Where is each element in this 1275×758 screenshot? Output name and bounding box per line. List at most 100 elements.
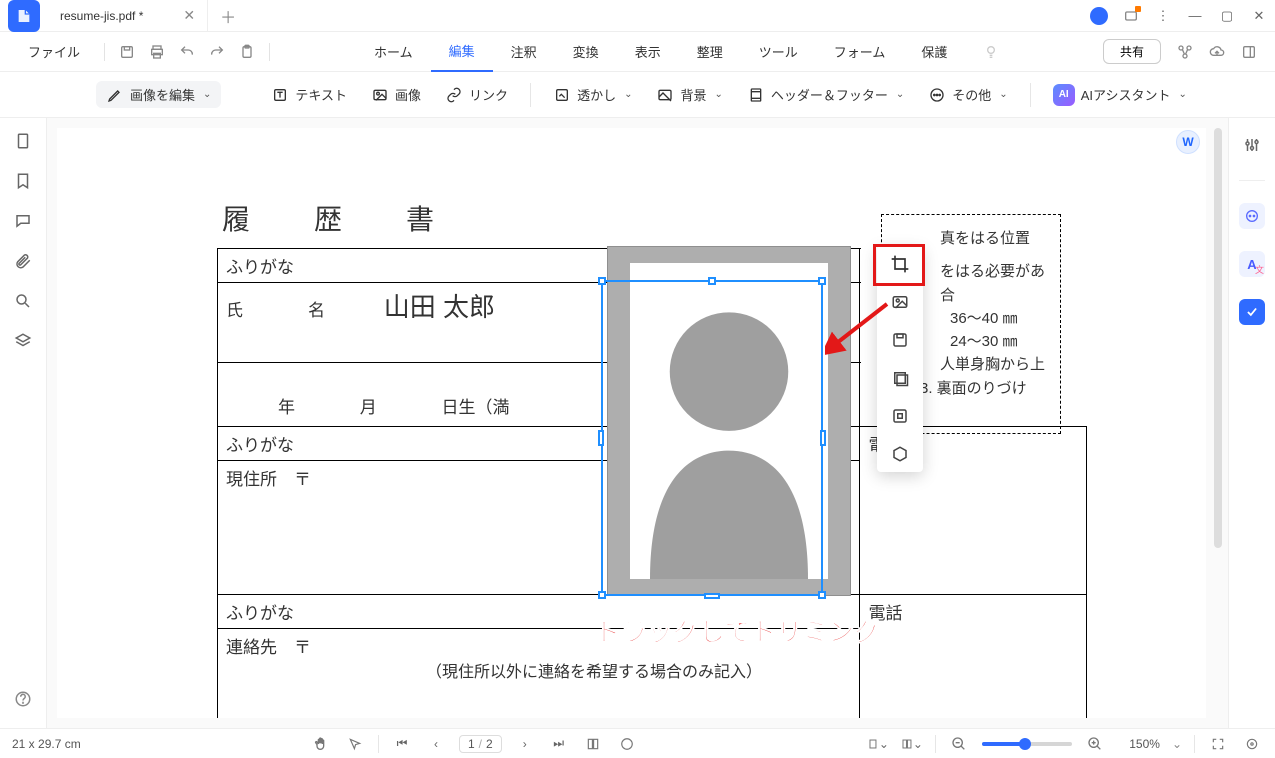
maximize-button[interactable]: ▢ [1211,0,1243,32]
resize-handle-ml[interactable] [598,430,604,446]
more-button[interactable]: ⋮ [1147,0,1179,32]
crop-button[interactable] [888,252,912,276]
menu-convert[interactable]: 変換 [555,32,617,72]
background-dropdown[interactable]: 背景⌄ [650,81,728,108]
name-value: 山田 太郎 [384,292,495,322]
notification-button[interactable] [1115,0,1147,32]
last-page-icon[interactable]: ⏭ [548,733,570,755]
resize-handle-tr[interactable] [818,277,826,285]
menubar: ファイル ホーム 編集 注釈 変換 表示 整理 ツール フォーム 保護 共有 [0,32,1275,72]
ai-icon: AI [1053,84,1075,106]
app-logo[interactable] [8,0,40,32]
select-tool-icon[interactable] [344,733,366,755]
menu-home[interactable]: ホーム [356,32,431,72]
word-export-badge[interactable]: W [1176,130,1200,154]
account-button[interactable] [1083,0,1115,32]
save-icon[interactable] [113,38,141,66]
resize-handle-bl[interactable] [598,591,606,599]
document-tab[interactable]: resume-jis.pdf * ✕ [48,0,208,32]
background-icon [656,86,674,104]
menu-display[interactable]: 表示 [617,32,679,72]
undo-icon[interactable] [173,38,201,66]
header-footer-dropdown[interactable]: ヘッダー＆フッター⌄ [741,81,910,108]
resize-handle-mr[interactable] [820,430,826,446]
search-icon[interactable] [14,292,32,310]
titlebar: resume-jis.pdf * ✕ ＋ ⋮ — ▢ ✕ [0,0,1275,32]
watermark-icon [553,86,571,104]
resize-handle-br[interactable] [818,591,826,599]
redo-icon[interactable] [203,38,231,66]
new-tab-button[interactable]: ＋ [208,4,248,28]
annotation-label: ドラッグしてトリミング [595,612,880,649]
tab-close-icon[interactable]: ✕ [183,7,195,24]
properties-panel-icon[interactable] [1239,132,1265,158]
replace-image-button[interactable] [888,290,912,314]
check-icon[interactable] [1239,299,1265,325]
page-indicator[interactable]: 1/2 [459,735,502,753]
zoom-out-icon[interactable] [948,733,970,755]
tool-icon-1[interactable] [1169,36,1201,68]
zoom-in-icon[interactable] [1084,733,1106,755]
selection-frame[interactable] [601,280,823,596]
menu-arrange[interactable]: 整理 [679,32,741,72]
first-page-icon[interactable]: ⏮ [391,733,413,755]
fit-page-icon[interactable]: ⌄ [867,733,889,755]
to-clipboard-button[interactable] [888,366,912,390]
work-area: 履 歴 書 ふりがな 氏 名 山田 太郎 年 月 日生（満 ふりがな 電話 [0,118,1275,728]
comment-icon[interactable] [14,212,32,230]
bookmark-icon[interactable] [14,172,32,190]
settings-wheel-icon[interactable] [1241,733,1263,755]
share-button[interactable]: 共有 [1103,39,1161,64]
other-dropdown[interactable]: その他⌄ [922,81,1013,108]
left-sidebar [0,118,46,728]
resize-handle-tc[interactable] [708,277,716,285]
watermark-dropdown[interactable]: 透かし⌄ [547,81,638,108]
hand-tool-icon[interactable] [310,733,332,755]
ai-assistant-dropdown[interactable]: AI AIアシスタント⌄ [1047,80,1193,110]
image-button[interactable]: 画像 [365,81,427,108]
edit-image-dropdown[interactable]: 画像を編集⌄ [96,81,221,108]
header-footer-icon [747,86,765,104]
clipboard-icon[interactable] [233,38,261,66]
tel-cell-2: 電話 [860,595,1087,719]
next-page-icon[interactable]: › [514,733,536,755]
ocr-button[interactable] [888,404,912,428]
page-layout-icon[interactable] [582,733,604,755]
menu-protect[interactable]: 保護 [903,32,965,72]
resize-handle-tl[interactable] [598,277,606,285]
help-icon[interactable] [14,690,32,708]
link-button[interactable]: リンク [439,81,514,108]
read-mode-icon[interactable] [616,733,638,755]
text-button[interactable]: テキスト [265,81,353,108]
menu-bulb-icon[interactable] [965,32,1017,72]
zoom-slider[interactable] [982,742,1072,746]
close-button[interactable]: ✕ [1243,0,1275,32]
cloud-upload-icon[interactable] [1201,36,1233,68]
vertical-scrollbar[interactable] [1214,128,1222,548]
minimize-button[interactable]: — [1179,0,1211,32]
fullscreen-icon[interactable] [1207,733,1229,755]
extract-button[interactable] [888,328,912,352]
menu-tool[interactable]: ツール [741,32,816,72]
menu-form[interactable]: フォーム [816,32,904,72]
page-dimensions: 21 x 29.7 cm [12,737,81,751]
properties-button[interactable] [888,442,912,466]
resize-handle-bc[interactable] [704,593,720,599]
panel-icon[interactable] [1233,36,1265,68]
print-icon[interactable] [143,38,171,66]
menu-edit[interactable]: 編集 [431,32,493,72]
thumbnails-icon[interactable] [14,132,32,150]
menu-annotate[interactable]: 注釈 [493,32,555,72]
statusbar: 21 x 29.7 cm ⏮ ‹ 1/2 › ⏭ ⌄ ⌄ 150%⌄ [0,728,1275,758]
ai-chat-icon[interactable] [1239,203,1265,229]
selected-image[interactable] [607,246,851,596]
view-mode-icon[interactable]: ⌄ [901,733,923,755]
prev-page-icon[interactable]: ‹ [425,733,447,755]
translate-icon[interactable]: A文 [1239,251,1265,277]
image-icon [371,86,389,104]
image-mini-toolbar [877,246,923,472]
attachment-icon[interactable] [14,252,32,270]
menu-file[interactable]: ファイル [10,32,98,72]
layers-icon[interactable] [14,332,32,350]
document-canvas[interactable]: 履 歴 書 ふりがな 氏 名 山田 太郎 年 月 日生（満 ふりがな 電話 [46,118,1229,728]
